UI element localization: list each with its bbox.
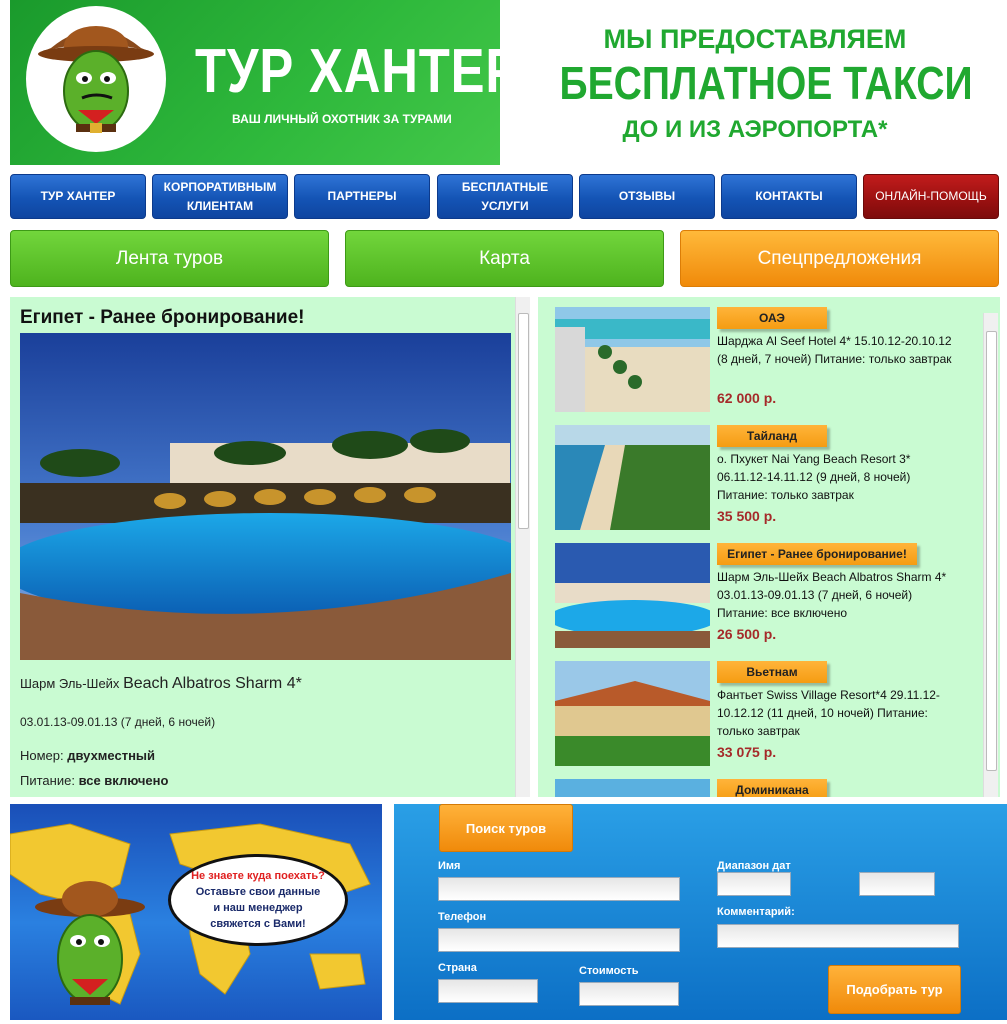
bubble-text: Не знаете куда поехать? Оставьте свои да… xyxy=(168,868,348,932)
tour-card[interactable]: Вьетнам Фантьет Swiss Village Resort*4 2… xyxy=(555,651,985,766)
tour-price: 62 000 р. xyxy=(717,390,777,406)
room-value: двухместный xyxy=(67,748,156,763)
feature-scroll-thumb[interactable] xyxy=(518,313,529,529)
tour-search-form: Поиск туров Имя Телефон Страна Стоимость… xyxy=(394,804,1007,1020)
logo-banner[interactable]: ТУР ХАНТЕР ВАШ ЛИЧНЫЙ ОХОТНИК ЗА ТУРАМИ xyxy=(10,0,500,165)
room-label: Номер: xyxy=(20,748,64,763)
country-input[interactable] xyxy=(438,979,538,1003)
tour-price: 26 500 р. xyxy=(717,626,777,642)
featured-tour-city: Шарм Эль-Шейх xyxy=(20,676,120,691)
comment-label: Комментарий: xyxy=(717,906,795,918)
tour-photo-egypt[interactable] xyxy=(555,543,710,648)
logo-subtitle: ВАШ ЛИЧНЫЙ ОХОТНИК ЗА ТУРАМИ xyxy=(232,112,452,126)
tour-photo-vietnam[interactable] xyxy=(555,661,710,766)
tour-list-scroll-thumb[interactable] xyxy=(986,331,997,771)
date-range-label: Диапазон дат xyxy=(717,860,791,872)
meal-label: Питание: xyxy=(20,773,75,788)
search-tours-tab[interactable]: Поиск туров xyxy=(439,804,573,852)
callback-promo-map[interactable]: Не знаете куда поехать? Оставьте свои да… xyxy=(10,804,382,1020)
date-to-input[interactable] xyxy=(859,872,935,896)
phone-input[interactable] xyxy=(438,928,680,952)
featured-tour-hotel: Beach Albatros Sharm 4* xyxy=(123,675,302,692)
nav-reviews[interactable]: ОТЗЫВЫ xyxy=(579,174,715,219)
tour-description: Фантьет Swiss Village Resort*4 29.11.12-… xyxy=(717,688,940,738)
featured-tour-title[interactable]: Египет - Ранее бронирование! xyxy=(20,307,305,329)
name-label: Имя xyxy=(438,860,461,872)
nav-partners[interactable]: ПАРТНЕРЫ xyxy=(294,174,430,219)
tour-list-scrollbar[interactable] xyxy=(983,313,998,797)
logo-title: ТУР ХАНТЕР xyxy=(195,37,500,106)
country-label: Страна xyxy=(438,962,477,974)
tour-country-badge[interactable]: Доминикана xyxy=(717,779,827,797)
tour-photo-dominicana[interactable] xyxy=(555,779,710,797)
cost-input[interactable] xyxy=(579,982,679,1006)
promo-line-2: БЕСПЛАТНОЕ ТАКСИ xyxy=(559,57,973,109)
nav-online-help[interactable]: ОНЛАЙН-ПОМОЩЬ xyxy=(863,174,999,219)
featured-tour-panel: Египет - Ранее бронирование! Шарм Эль-Ше… xyxy=(10,297,530,797)
comment-input[interactable] xyxy=(717,924,959,948)
tour-price: 33 075 р. xyxy=(717,744,777,760)
featured-tour-dates: 03.01.13-09.01.13 (7 дней, 6 ночей) xyxy=(20,715,216,729)
nav-free-services[interactable]: БЕСПЛАТНЫЕ УСЛУГИ xyxy=(437,174,573,219)
feature-scrollbar[interactable] xyxy=(515,297,530,797)
tour-card[interactable]: Тайланд о. Пхукет Nai Yang Beach Resort … xyxy=(555,415,985,530)
bubble-line-3: и наш менеджер xyxy=(213,902,303,914)
tab-special-offers[interactable]: Спецпредложения xyxy=(680,230,999,287)
phone-label: Телефон xyxy=(438,911,487,923)
tour-description: Шарджа Al Seef Hotel 4* 15.10.12-20.10.1… xyxy=(717,334,952,366)
nav-contacts[interactable]: КОНТАКТЫ xyxy=(721,174,857,219)
tour-country-badge[interactable]: ОАЭ xyxy=(717,307,827,329)
tour-country-badge[interactable]: Египет - Ранее бронирование! xyxy=(717,543,917,565)
tour-card[interactable]: Доминикана xyxy=(555,769,985,797)
mascot-cactus-logo xyxy=(26,6,166,152)
tour-price: 35 500 р. xyxy=(717,508,777,524)
featured-tour-meal: Питание: все включено xyxy=(20,773,168,788)
promo-line-1: МЫ ПРЕДОСТАВЛЯЕМ xyxy=(603,24,907,54)
bubble-line-1: Не знаете куда поехать? xyxy=(191,870,325,882)
nav-corporate[interactable]: КОРПОРАТИВНЫМ КЛИЕНТАМ xyxy=(152,174,288,219)
tour-card[interactable]: Египет - Ранее бронирование! Шарм Эль-Ше… xyxy=(555,533,985,648)
featured-tour-photo[interactable] xyxy=(20,333,511,660)
tab-map[interactable]: Карта xyxy=(345,230,664,287)
cost-label: Стоимость xyxy=(579,965,639,977)
tour-description: о. Пхукет Nai Yang Beach Resort 3* 06.11… xyxy=(717,452,911,502)
tour-country-badge[interactable]: Тайланд xyxy=(717,425,827,447)
featured-tour-resort: Шарм Эль-Шейх Beach Albatros Sharm 4* xyxy=(20,675,302,693)
tour-card[interactable]: ОАЭ Шарджа Al Seef Hotel 4* 15.10.12-20.… xyxy=(555,297,985,412)
find-tour-button[interactable]: Подобрать тур xyxy=(828,965,961,1014)
tour-photo-uae[interactable] xyxy=(555,307,710,412)
nav-tour-hunter[interactable]: ТУР ХАНТЕР xyxy=(10,174,146,219)
bubble-line-4: свяжется с Вами! xyxy=(210,918,306,930)
tab-tour-feed[interactable]: Лента туров xyxy=(10,230,329,287)
tour-description: Шарм Эль-Шейх Beach Albatros Sharm 4* 03… xyxy=(717,570,947,620)
meal-value: все включено xyxy=(78,773,169,788)
tour-photo-thailand[interactable] xyxy=(555,425,710,530)
tour-country-badge[interactable]: Вьетнам xyxy=(717,661,827,683)
name-input[interactable] xyxy=(438,877,680,901)
promo-line-3: ДО И ИЗ АЭРОПОРТА* xyxy=(622,116,888,143)
mascot-cactus-icon xyxy=(35,881,145,1005)
featured-tour-room: Номер: двухместный xyxy=(20,748,155,763)
date-from-input[interactable] xyxy=(717,872,791,896)
bubble-line-2: Оставьте свои данные xyxy=(195,886,321,898)
tour-list-panel: ОАЭ Шарджа Al Seef Hotel 4* 15.10.12-20.… xyxy=(538,297,1000,797)
